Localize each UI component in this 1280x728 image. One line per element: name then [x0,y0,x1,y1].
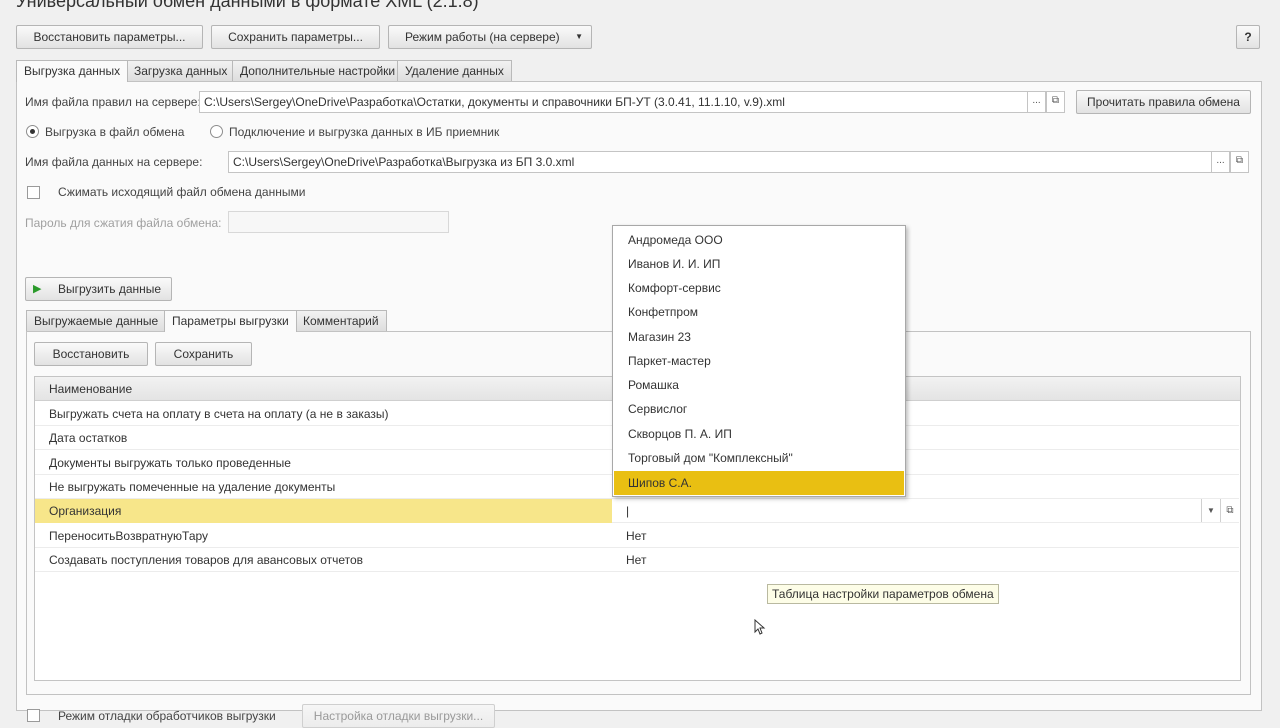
dropdown-item[interactable]: Комфорт-сервис [614,276,904,300]
read-rules-button[interactable]: Прочитать правила обмена [1076,90,1251,114]
row-highlight [35,499,612,523]
export-to-ib-label: Подключение и выгрузка данных в ИБ прием… [229,125,500,139]
chevron-down-icon: ▼ [575,32,583,41]
debug-mode-checkbox[interactable] [27,709,40,722]
tab-export[interactable]: Выгрузка данных [16,60,129,82]
help-button[interactable]: ? [1236,25,1260,49]
dropdown-item[interactable]: Магазин 23 [614,325,904,349]
table-row[interactable]: ПереноситьВозвратнуюТару Нет [35,524,1239,548]
dropdown-item[interactable]: Скворцов П. А. ИП [614,422,904,446]
compress-checkbox[interactable] [27,186,40,199]
dropdown-item[interactable]: Торговый дом "Комплексный" [614,446,904,470]
data-file-input[interactable]: C:\Users\Sergey\OneDrive\Разработка\Выгр… [228,151,1212,173]
dropdown-item[interactable]: Сервислог [614,397,904,421]
window-title: Универсальный обмен данными в формате XM… [16,0,479,11]
table-row[interactable]: Создавать поступления товаров для авансо… [35,548,1239,572]
debug-mode-label: Режим отладки обработчиков выгрузки [58,709,276,723]
rules-file-input[interactable]: C:\Users\Sergey\OneDrive\Разработка\Оста… [199,91,1028,113]
rules-file-label: Имя файла правил на сервере: [25,95,201,109]
row-name: Создавать поступления товаров для авансо… [49,553,364,567]
export-data-label: Выгрузить данные [58,282,162,296]
tab-delete-data[interactable]: Удаление данных [397,60,512,81]
params-save-button[interactable]: Сохранить [155,342,252,366]
row-name: Дата остатков [49,431,128,445]
table-row-selected[interactable]: Организация | ▼ ⧉ [35,499,1239,523]
tab-import[interactable]: Загрузка данных [126,60,236,81]
row-name: ПереноситьВозвратнуюТару [49,529,209,543]
dropdown-item[interactable]: Иванов И. И. ИП [614,252,904,276]
tab-export-params[interactable]: Параметры выгрузки [164,310,297,332]
params-restore-button[interactable]: Восстановить [34,342,148,366]
restore-params-button[interactable]: Восстановить параметры... [16,25,203,49]
organization-input[interactable]: | [626,504,629,518]
rules-file-open-icon[interactable]: ⧉ [1046,91,1065,113]
mode-dropdown-button[interactable]: Режим работы (на сервере) ▼ [388,25,592,49]
mode-label: Режим работы (на сервере) [405,30,560,44]
export-data-button[interactable]: ▶ Выгрузить данные [25,277,172,301]
dropdown-item[interactable]: Паркет-мастер [614,349,904,373]
compress-label: Сжимать исходящий файл обмена данными [58,185,306,199]
row-name: Выгружать счета на оплату в счета на опл… [49,407,389,421]
export-to-ib-radio[interactable] [210,125,223,138]
tab-comment[interactable]: Комментарий [295,310,387,331]
tab-exported-data[interactable]: Выгружаемые данные [26,310,167,331]
row-name: Документы выгружать только проведенные [49,456,291,470]
dropdown-item-selected[interactable]: Шипов С.А. [614,471,904,495]
save-params-button[interactable]: Сохранить параметры... [211,25,380,49]
password-input[interactable] [228,211,449,233]
debug-settings-button[interactable]: Настройка отладки выгрузки... [302,704,495,728]
password-label: Пароль для сжатия файла обмена: [25,216,222,230]
data-file-choose-button[interactable]: ... [1211,151,1230,173]
mouse-cursor-icon [754,619,766,635]
data-file-label: Имя файла данных на сервере: [25,155,203,169]
row-value: Нет [626,529,647,543]
row-name: Не выгружать помеченные на удаление доку… [49,480,336,494]
play-icon: ▶ [33,283,42,295]
tooltip: Таблица настройки параметров обмена [767,584,999,604]
tab-additional-settings[interactable]: Дополнительные настройки [232,60,404,81]
export-to-file-radio[interactable] [26,125,39,138]
column-header-name: Наименование [49,382,133,396]
dropdown-item[interactable]: Андромеда ООО [614,228,904,252]
rules-file-choose-button[interactable]: ... [1027,91,1046,113]
chevron-down-icon[interactable]: ▼ [1201,499,1220,522]
dropdown-item[interactable]: Ромашка [614,373,904,397]
data-file-open-icon[interactable]: ⧉ [1230,151,1249,173]
row-value: Нет [626,553,647,567]
dropdown-item[interactable]: Конфетпром [614,300,904,324]
organization-dropdown: Андромеда ООО Иванов И. И. ИП Комфорт-се… [612,225,906,497]
open-icon[interactable]: ⧉ [1220,499,1239,522]
export-to-file-label: Выгрузка в файл обмена [45,125,185,139]
row-name: Организация [49,504,122,518]
